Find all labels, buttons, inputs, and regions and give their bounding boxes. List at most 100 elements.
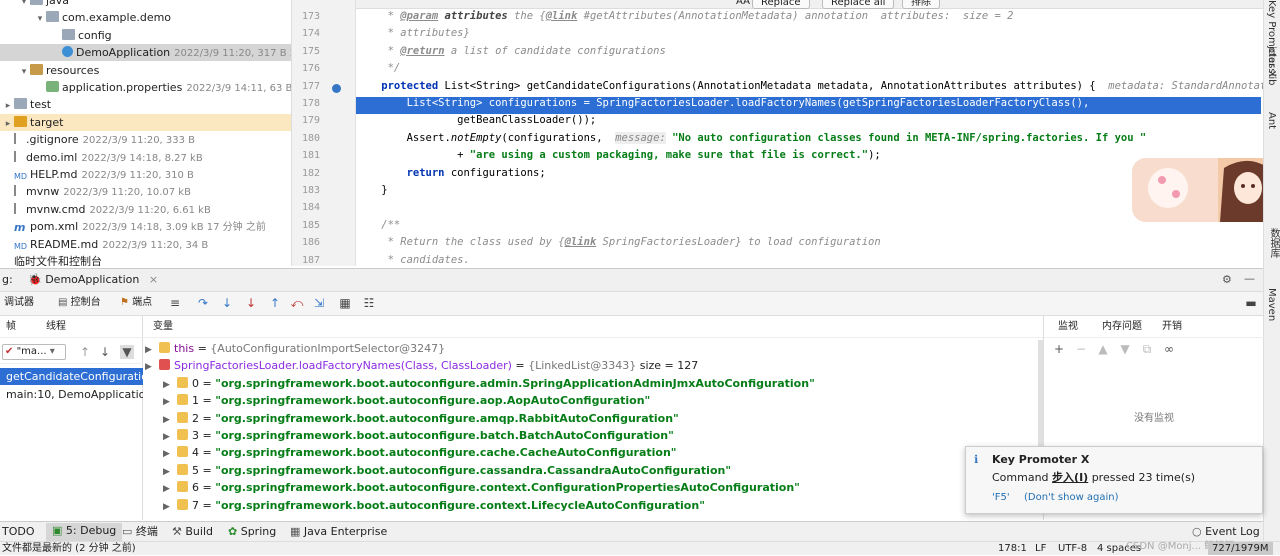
tree-item[interactable]: MD HELP.md 2022/3/9 11:20, 310 B bbox=[0, 166, 194, 183]
enterprise-icon: ▦ bbox=[290, 525, 301, 538]
code-line[interactable]: * candidates. bbox=[356, 252, 470, 266]
tree-item[interactable]: .gitignore 2022/3/9 11:20, 333 B bbox=[0, 131, 195, 148]
tree-item[interactable]: ▸ target bbox=[0, 113, 291, 131]
code-line[interactable]: return configurations; bbox=[356, 165, 546, 182]
variable-row[interactable]: ▶ 1 = "org.springframework.boot.autoconfi… bbox=[163, 392, 650, 409]
glasses-icon[interactable]: ∞ bbox=[1162, 342, 1176, 356]
build-tab[interactable]: ⚒ Build bbox=[172, 525, 213, 539]
prev-frame-icon[interactable]: ↑ bbox=[78, 345, 92, 359]
jclasslib-tool[interactable]: jclasslib bbox=[1266, 46, 1277, 86]
terminal-tab[interactable]: ▭ 终端 bbox=[122, 525, 158, 539]
trace-icon[interactable]: ☷ bbox=[362, 296, 376, 310]
breakpoint-icon[interactable] bbox=[332, 84, 341, 93]
tree-item[interactable]: ▸ test bbox=[0, 96, 55, 113]
expand-icon[interactable]: ▶ bbox=[163, 499, 177, 516]
code-line[interactable]: + "are using a custom packaging, make su… bbox=[356, 147, 881, 164]
variable-row[interactable]: ▶ this = {AutoConfigurationImportSelector… bbox=[145, 340, 445, 357]
line-separator[interactable]: LF bbox=[1035, 542, 1046, 556]
filter-icon[interactable]: ▼ bbox=[120, 345, 134, 359]
database-tool[interactable]: 数据库 bbox=[1266, 228, 1280, 258]
code-line[interactable]: * @return a list of candidate configurat… bbox=[356, 43, 666, 60]
maven-tool[interactable]: Maven bbox=[1266, 288, 1277, 321]
tree-item[interactable]: application.properties 2022/3/9 14:11, 63… bbox=[0, 79, 291, 96]
java-enterprise-tab[interactable]: ▦ Java Enterprise bbox=[290, 525, 387, 539]
move-down-icon[interactable]: ▼ bbox=[1118, 342, 1132, 356]
move-up-icon[interactable]: ▲ bbox=[1096, 342, 1110, 356]
tree-item[interactable]: mvnw.cmd 2022/3/9 11:20, 6.61 kB bbox=[0, 201, 211, 218]
code-line[interactable]: */ bbox=[356, 60, 401, 77]
thread-select[interactable]: ✔ "ma... ▾ bbox=[2, 344, 66, 360]
code-line[interactable]: * Return the class used by {@link Spring… bbox=[356, 234, 881, 251]
event-log-tab[interactable]: ○ Event Log bbox=[1192, 525, 1260, 539]
close-icon[interactable]: × bbox=[149, 273, 158, 286]
ant-tool[interactable]: Ant bbox=[1266, 112, 1277, 129]
debug-session-tab[interactable]: 🐞 DemoApplication × bbox=[28, 273, 158, 287]
next-frame-icon[interactable]: ↓ bbox=[98, 345, 112, 359]
caret-position[interactable]: 178:1 bbox=[998, 542, 1027, 556]
force-step-into-icon[interactable]: ↓ bbox=[244, 296, 258, 310]
tree-item[interactable]: m pom.xml 2022/3/9 14:18, 3.09 kB 17 分钟 之前 bbox=[0, 218, 266, 235]
tree-item[interactable]: ▾ com.example.demo bbox=[0, 9, 175, 26]
tree-item[interactable]: ▾ java bbox=[0, 0, 73, 9]
tab-debugger[interactable]: 调试器 bbox=[4, 296, 34, 310]
tree-item-meta: 2022/3/9 11:20, 6.61 kB bbox=[89, 204, 211, 216]
code-line[interactable]: Assert.notEmpty(configurations, message:… bbox=[356, 130, 1146, 147]
run-to-cursor-icon[interactable]: ⇲ bbox=[312, 296, 326, 310]
spring-tab[interactable]: ✿ Spring bbox=[228, 525, 276, 539]
tab-watch[interactable]: 监视 bbox=[1058, 320, 1078, 334]
tab-memory[interactable]: 内存问题 bbox=[1102, 320, 1142, 334]
variable-row[interactable]: ▶ SpringFactoriesLoader.loadFactoryNames(… bbox=[145, 357, 698, 374]
code-line[interactable]: List<String> configurations = SpringFact… bbox=[356, 95, 1090, 112]
tab-overhead[interactable]: 开销 bbox=[1162, 320, 1182, 334]
tree-item[interactable]: MD README.md 2022/3/9 11:20, 34 B bbox=[0, 236, 208, 253]
step-into-icon[interactable]: ↓ bbox=[220, 296, 234, 310]
code-line[interactable]: * attributes} bbox=[356, 25, 470, 42]
tree-item[interactable]: ▾ resources bbox=[0, 62, 103, 79]
variable-row[interactable]: ▶ 0 = "org.springframework.boot.autoconfi… bbox=[163, 375, 815, 392]
variable-row[interactable]: ▶ 4 = "org.springframework.boot.autoconfi… bbox=[163, 444, 677, 461]
frame-item[interactable]: main:10, DemoApplication bbox=[0, 386, 152, 403]
java-class-icon bbox=[62, 46, 73, 58]
popup-key-link[interactable]: 'F5' bbox=[992, 491, 1010, 505]
memory-indicator[interactable]: 727/1979M bbox=[1208, 542, 1273, 555]
dont-show-again-link[interactable]: (Don't show again) bbox=[1024, 491, 1119, 505]
tree-item[interactable]: DemoApplication2022/3/9 11:20, 317 B 3 分 bbox=[0, 44, 291, 62]
tab-console[interactable]: ▤ 控制台 bbox=[58, 296, 101, 310]
code-editor[interactable]: AA Replace Replace all 排除 173 174 175 176 17… bbox=[292, 0, 1280, 266]
debug-tool-tab[interactable]: ▣ 5: Debug bbox=[46, 523, 123, 541]
variable-eq: = bbox=[199, 481, 216, 495]
tree-item[interactable]: demo.iml 2022/3/9 14:18, 8.27 kB bbox=[0, 149, 203, 166]
variable-row[interactable]: ▶ 2 = "org.springframework.boot.autoconfi… bbox=[163, 410, 679, 427]
code-line[interactable]: protected List<String> getCandidateConfi… bbox=[356, 78, 1280, 95]
remove-watch-icon[interactable]: − bbox=[1074, 342, 1088, 356]
tree-item[interactable]: mvnw 2022/3/9 11:20, 10.07 kB bbox=[0, 183, 191, 200]
code-line[interactable]: /** bbox=[356, 217, 400, 234]
layout-icon[interactable]: ▬ bbox=[1244, 296, 1258, 310]
code-line[interactable]: * @param attributes the {@link #getAttri… bbox=[356, 8, 1014, 25]
code-line[interactable]: } bbox=[356, 182, 387, 199]
menu-icon[interactable]: ≡ bbox=[168, 296, 182, 310]
variable-row[interactable]: ▶ 7 = "org.springframework.boot.autoconfi… bbox=[163, 497, 705, 514]
step-out-icon[interactable]: ↑ bbox=[268, 296, 282, 310]
variable-row[interactable]: ▶ 3 = "org.springframework.boot.autoconfi… bbox=[163, 427, 674, 444]
gear-icon[interactable]: ⚙ bbox=[1222, 273, 1232, 287]
todo-tab[interactable]: TODO bbox=[2, 525, 35, 539]
file-encoding[interactable]: UTF-8 bbox=[1058, 542, 1087, 556]
variable-row[interactable]: ▶ 5 = "org.springframework.boot.autoconfi… bbox=[163, 462, 731, 479]
frames-tab[interactable]: 帧 bbox=[6, 320, 16, 334]
line-number: 175 bbox=[301, 45, 320, 57]
variable-row[interactable]: ▶ 6 = "org.springframework.boot.autoconfi… bbox=[163, 479, 800, 496]
step-over-icon[interactable]: ↷ bbox=[196, 296, 210, 310]
tab-endpoints[interactable]: ⚑ 端点 bbox=[120, 296, 152, 310]
evaluate-icon[interactable]: ▦ bbox=[338, 296, 352, 310]
tree-item[interactable]: config bbox=[0, 27, 116, 44]
copy-icon[interactable]: ⧉ bbox=[1140, 342, 1154, 356]
frame-item[interactable]: getCandidateConfiguration bbox=[0, 368, 155, 385]
drop-frame-icon[interactable]: ⤺ bbox=[290, 296, 304, 310]
code-line[interactable]: getBeanClassLoader()); bbox=[356, 112, 596, 129]
threads-tab[interactable]: 线程 bbox=[46, 320, 66, 334]
expand-icon[interactable]: ▶ bbox=[145, 359, 159, 376]
minimize-icon[interactable]: — bbox=[1244, 272, 1255, 286]
tree-item[interactable]: 临时文件和控制台 bbox=[0, 253, 106, 266]
add-watch-icon[interactable]: + bbox=[1052, 342, 1066, 356]
